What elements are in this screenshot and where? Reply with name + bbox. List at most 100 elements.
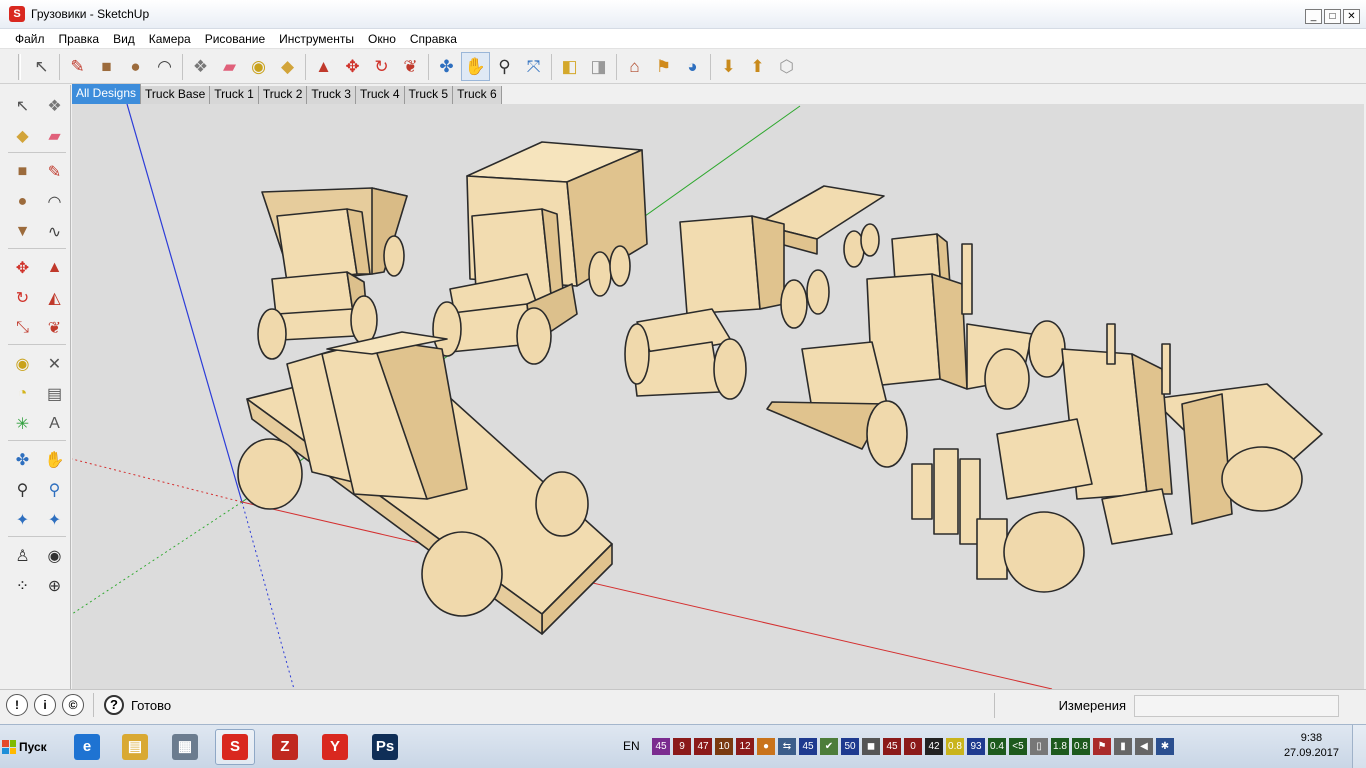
palette-orbit-button[interactable]: ✤ xyxy=(8,445,37,474)
truck-box[interactable] xyxy=(432,141,648,365)
toolbar-grip[interactable] xyxy=(18,53,21,80)
tray-indicator[interactable]: 93 xyxy=(967,738,985,755)
palette-push-pull-button[interactable]: ▲ xyxy=(40,253,69,282)
minimize-button[interactable]: _ xyxy=(1305,9,1322,24)
tray-indicator[interactable]: 9 xyxy=(673,738,691,755)
toolbar-next-view-button[interactable]: ◨ xyxy=(584,52,613,81)
taskbar-ie-button[interactable]: e xyxy=(67,729,107,765)
menu-draw[interactable]: Рисование xyxy=(198,32,272,46)
toolbar-add-location-button[interactable]: ⚑ xyxy=(649,52,678,81)
palette-polygon-button[interactable]: ▼ xyxy=(8,217,37,246)
palette-position-camera-button[interactable]: ♙ xyxy=(8,541,37,570)
palette-section-plane-button[interactable]: ⊕ xyxy=(40,571,69,600)
tray-indicator[interactable]: ▯ xyxy=(1030,738,1048,755)
tray-indicator[interactable]: ● xyxy=(757,738,775,755)
tray-indicator[interactable]: 12 xyxy=(736,738,754,755)
truck-base[interactable] xyxy=(237,331,613,635)
palette-protractor-button[interactable]: ◔ xyxy=(8,379,37,408)
tab-truck-base[interactable]: Truck Base xyxy=(141,86,211,104)
palette-move-button[interactable]: ✥ xyxy=(8,253,37,282)
palette-text-button[interactable]: ▤ xyxy=(40,379,69,408)
taskbar-explorer-button[interactable]: ▤ xyxy=(115,729,155,765)
palette-zoom-window-button[interactable]: ⚲ xyxy=(40,475,69,504)
palette-circle-button[interactable]: ● xyxy=(8,187,37,216)
palette-previous-button[interactable]: ✦ xyxy=(40,505,69,534)
toolbar-rotate-button[interactable]: ↻ xyxy=(367,52,396,81)
palette-freehand-button[interactable]: ∿ xyxy=(40,217,69,246)
tray-indicator[interactable]: 0.4 xyxy=(988,738,1006,755)
tray-indicator[interactable]: 47 xyxy=(694,738,712,755)
tray-indicator[interactable]: 50 xyxy=(841,738,859,755)
tray-indicator[interactable]: 0.8 xyxy=(1072,738,1090,755)
toolbar-pencil-button[interactable]: ✎ xyxy=(63,52,92,81)
toolbar-warehouse-button[interactable]: ⌂ xyxy=(620,52,649,81)
palette-rectangle-button[interactable]: ■ xyxy=(8,157,37,186)
toolbar-tape-measure-button[interactable]: ◉ xyxy=(244,52,273,81)
menu-window[interactable]: Окно xyxy=(361,32,403,46)
palette-rotate-button[interactable]: ↻ xyxy=(8,283,37,312)
palette-tape-measure-button[interactable]: ◉ xyxy=(8,349,37,378)
toolbar-rectangle-button[interactable]: ■ xyxy=(92,52,121,81)
tray-indicator[interactable]: 45 xyxy=(799,738,817,755)
toolbar-share-model-button[interactable]: ⬆ xyxy=(743,52,772,81)
toolbar-offset-button[interactable]: ❦ xyxy=(396,52,425,81)
palette-follow-me-button[interactable]: ◭ xyxy=(40,283,69,312)
tray-indicator[interactable]: ⇆ xyxy=(778,738,796,755)
tray-indicator[interactable]: 42 xyxy=(925,738,943,755)
tab-truck-3[interactable]: Truck 3 xyxy=(307,86,356,104)
taskbar-yandex-button[interactable]: Y xyxy=(315,729,355,765)
truck-dump[interactable] xyxy=(257,187,408,360)
menu-view[interactable]: Вид xyxy=(106,32,142,46)
show-desktop-button[interactable] xyxy=(1352,725,1366,768)
palette-scale-button[interactable]: ⤡ xyxy=(8,313,37,342)
toolbar-move-button[interactable]: ✥ xyxy=(338,52,367,81)
toolbar-paint-bucket-button[interactable]: ◆ xyxy=(273,52,302,81)
palette-zoom-button[interactable]: ⚲ xyxy=(8,475,37,504)
tray-indicator[interactable]: <5 xyxy=(1009,738,1027,755)
menu-file[interactable]: Файл xyxy=(8,32,52,46)
toolbar-zoom-extents-button[interactable]: ⤧ xyxy=(519,52,548,81)
toolbar-arc-button[interactable]: ◠ xyxy=(150,52,179,81)
palette-zoom-extents-button[interactable]: ✦ xyxy=(8,505,37,534)
tab-all-designs[interactable]: All Designs xyxy=(72,84,142,104)
tab-truck-2[interactable]: Truck 2 xyxy=(258,86,308,104)
tray-indicator[interactable]: ▮ xyxy=(1114,738,1132,755)
tray-indicator[interactable]: ✱ xyxy=(1156,738,1174,755)
palette-dimension-button[interactable]: ✕ xyxy=(40,349,69,378)
language-indicator[interactable]: EN xyxy=(623,739,640,753)
tray-indicator[interactable]: ◀ xyxy=(1135,738,1153,755)
palette-axes-button[interactable]: ✳ xyxy=(8,409,37,438)
palette-select-button[interactable]: ↖ xyxy=(8,91,37,120)
palette-offset-button[interactable]: ❦ xyxy=(40,313,69,342)
toolbar-zoom-button[interactable]: ⚲ xyxy=(490,52,519,81)
toolbar-get-models-button[interactable]: ⬇ xyxy=(714,52,743,81)
taskbar-sketchup-button[interactable]: S xyxy=(215,729,255,765)
sign-in-icon[interactable]: © xyxy=(62,694,84,716)
menu-tools[interactable]: Инструменты xyxy=(272,32,361,46)
toolbar-circle-button[interactable]: ● xyxy=(121,52,150,81)
tray-indicator[interactable]: 10 xyxy=(715,738,733,755)
menu-help[interactable]: Справка xyxy=(403,32,464,46)
toolbar-pan-button[interactable]: ✋ xyxy=(461,52,490,81)
toolbar-orbit-button[interactable]: ✤ xyxy=(432,52,461,81)
tab-truck-1[interactable]: Truck 1 xyxy=(210,86,259,104)
toolbar-share-component-button[interactable]: ⬡ xyxy=(772,52,801,81)
menu-edit[interactable]: Правка xyxy=(52,32,107,46)
tray-indicator[interactable]: 1.8 xyxy=(1051,738,1069,755)
tray-indicator[interactable]: ◼ xyxy=(862,738,880,755)
tray-indicator[interactable]: ✔ xyxy=(820,738,838,755)
palette-look-around-button[interactable]: ◉ xyxy=(40,541,69,570)
start-button[interactable]: Пуск xyxy=(2,735,52,759)
geo-location-icon[interactable]: ! xyxy=(6,694,28,716)
menu-camera[interactable]: Камера xyxy=(142,32,198,46)
tray-indicator[interactable]: ⚑ xyxy=(1093,738,1111,755)
palette-3d-text-button[interactable]: A xyxy=(40,409,69,438)
tray-indicator[interactable]: 0 xyxy=(904,738,922,755)
taskbar-filezilla-button[interactable]: Z xyxy=(265,729,305,765)
toolbar-google-earth-button[interactable]: ◕ xyxy=(678,52,707,81)
toolbar-make-component-button[interactable]: ❖ xyxy=(186,52,215,81)
model-canvas[interactable] xyxy=(72,104,1364,689)
toolbar-eraser-button[interactable]: ▰ xyxy=(215,52,244,81)
tab-truck-6[interactable]: Truck 6 xyxy=(453,86,502,104)
model-viewport[interactable] xyxy=(72,104,1364,689)
